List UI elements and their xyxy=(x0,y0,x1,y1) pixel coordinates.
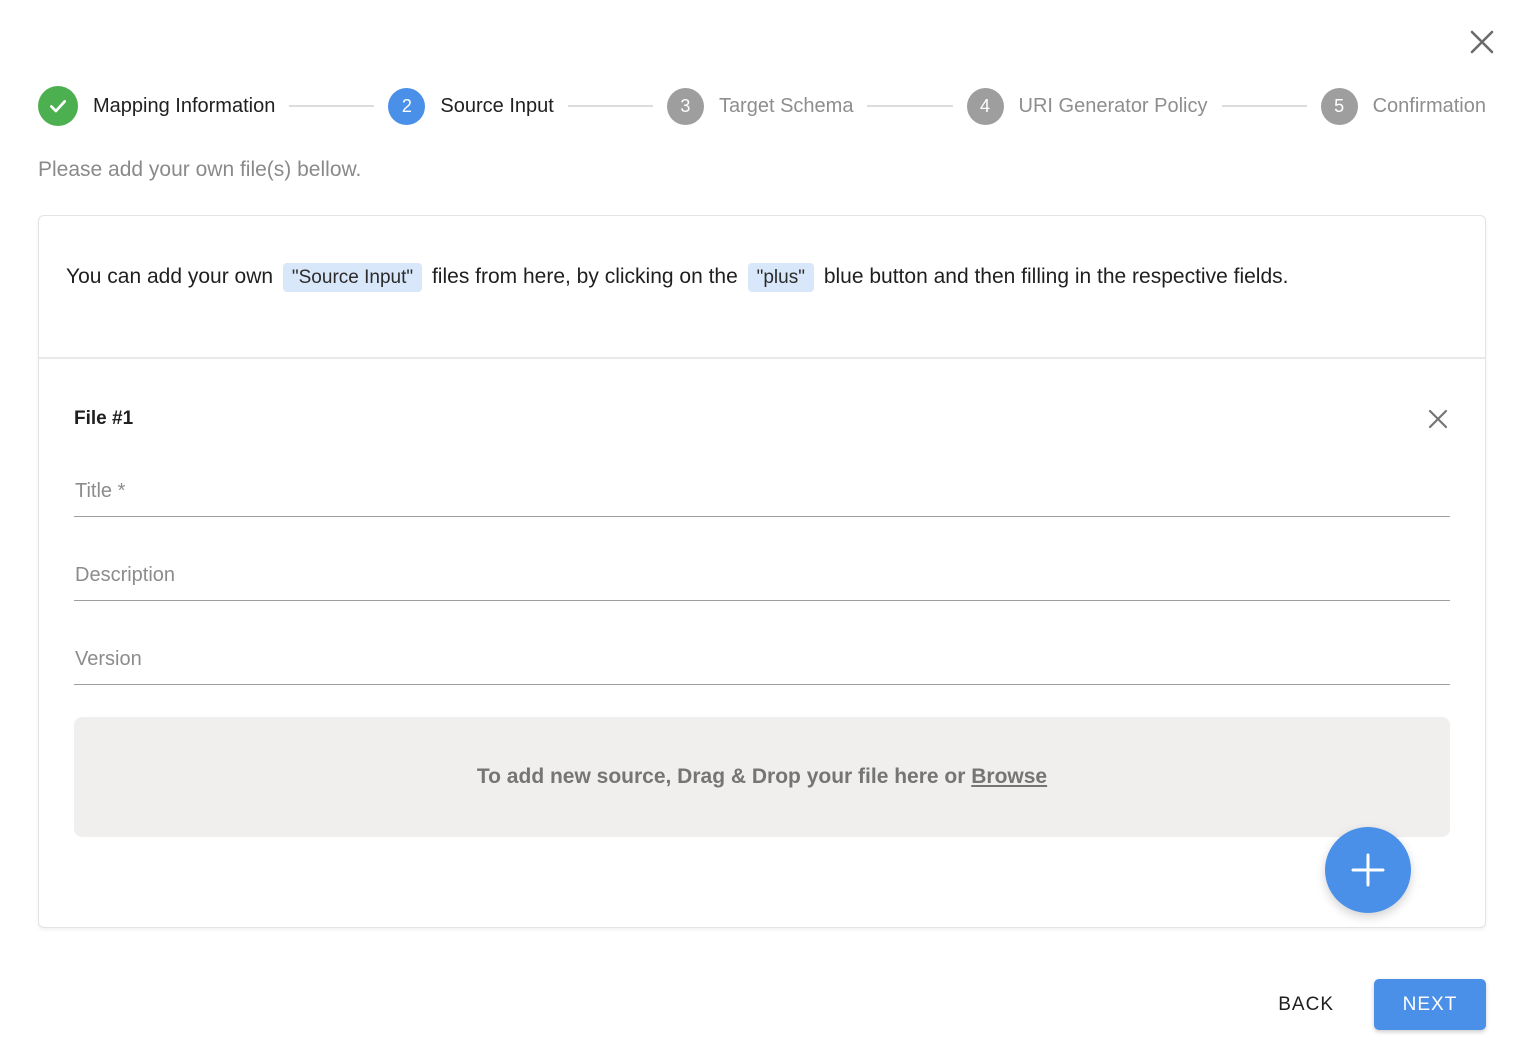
description-input[interactable] xyxy=(74,558,1450,601)
step-confirmation[interactable]: 5 Confirmation xyxy=(1321,88,1486,125)
wizard-stepper: Mapping Information 2 Source Input 3 Tar… xyxy=(38,0,1486,126)
step-source-input[interactable]: 2 Source Input xyxy=(388,88,553,125)
step-completed-check-icon xyxy=(38,86,78,126)
step-connector xyxy=(289,105,374,107)
source-input-chip: "Source Input" xyxy=(283,263,422,292)
description-field-wrapper xyxy=(74,558,1450,601)
version-input[interactable] xyxy=(74,642,1450,685)
dialog-subtitle: Please add your own file(s) bellow. xyxy=(38,158,1486,182)
step-uri-generator-policy[interactable]: 4 URI Generator Policy xyxy=(967,88,1208,125)
dialog-footer: BACK NEXT xyxy=(38,979,1486,1030)
dropzone-text: To add new source, Drag & Drop your file… xyxy=(477,765,1047,789)
close-icon xyxy=(1426,407,1450,431)
step-number-badge: 4 xyxy=(967,88,1004,125)
step-connector xyxy=(867,105,952,107)
plus-icon xyxy=(1350,852,1386,888)
step-label: Target Schema xyxy=(719,95,854,118)
title-field-wrapper xyxy=(74,474,1450,517)
dropzone-text-main: To add new source, Drag & Drop your file… xyxy=(477,765,966,788)
plus-chip: "plus" xyxy=(748,263,814,292)
info-text-part2: files from here, by clicking on the xyxy=(432,265,738,288)
source-input-card: You can add your own "Source Input" file… xyxy=(38,215,1486,928)
step-number-badge: 3 xyxy=(667,88,704,125)
title-input[interactable] xyxy=(74,474,1450,517)
browse-link[interactable]: Browse xyxy=(971,765,1047,788)
add-source-input-dialog: Mapping Information 2 Source Input 3 Tar… xyxy=(0,0,1524,1058)
step-connector xyxy=(568,105,653,107)
step-number-badge: 5 xyxy=(1321,88,1358,125)
add-file-fab-button[interactable] xyxy=(1325,827,1411,913)
dialog-close-button[interactable] xyxy=(1466,26,1498,58)
next-button[interactable]: NEXT xyxy=(1374,979,1486,1030)
step-label: Confirmation xyxy=(1373,95,1486,118)
step-target-schema[interactable]: 3 Target Schema xyxy=(667,88,854,125)
close-icon xyxy=(1468,28,1496,56)
file-section: File #1 To add new source, Drag & Drop xyxy=(39,359,1485,927)
info-section: You can add your own "Source Input" file… xyxy=(39,216,1485,357)
version-field-wrapper xyxy=(74,642,1450,685)
info-text-part3: blue button and then filling in the resp… xyxy=(824,265,1289,288)
step-connector xyxy=(1222,105,1307,107)
back-button[interactable]: BACK xyxy=(1272,984,1340,1026)
file-header: File #1 xyxy=(74,405,1450,433)
remove-file-button[interactable] xyxy=(1424,405,1452,433)
step-label: Source Input xyxy=(440,95,553,118)
file-dropzone[interactable]: To add new source, Drag & Drop your file… xyxy=(74,717,1450,837)
step-label: URI Generator Policy xyxy=(1019,95,1208,118)
info-text-part1: You can add your own xyxy=(66,265,273,288)
step-number-badge: 2 xyxy=(388,88,425,125)
step-label: Mapping Information xyxy=(93,95,275,118)
step-mapping-information[interactable]: Mapping Information xyxy=(38,86,275,126)
info-text: You can add your own "Source Input" file… xyxy=(66,258,1365,297)
file-title: File #1 xyxy=(74,408,133,430)
